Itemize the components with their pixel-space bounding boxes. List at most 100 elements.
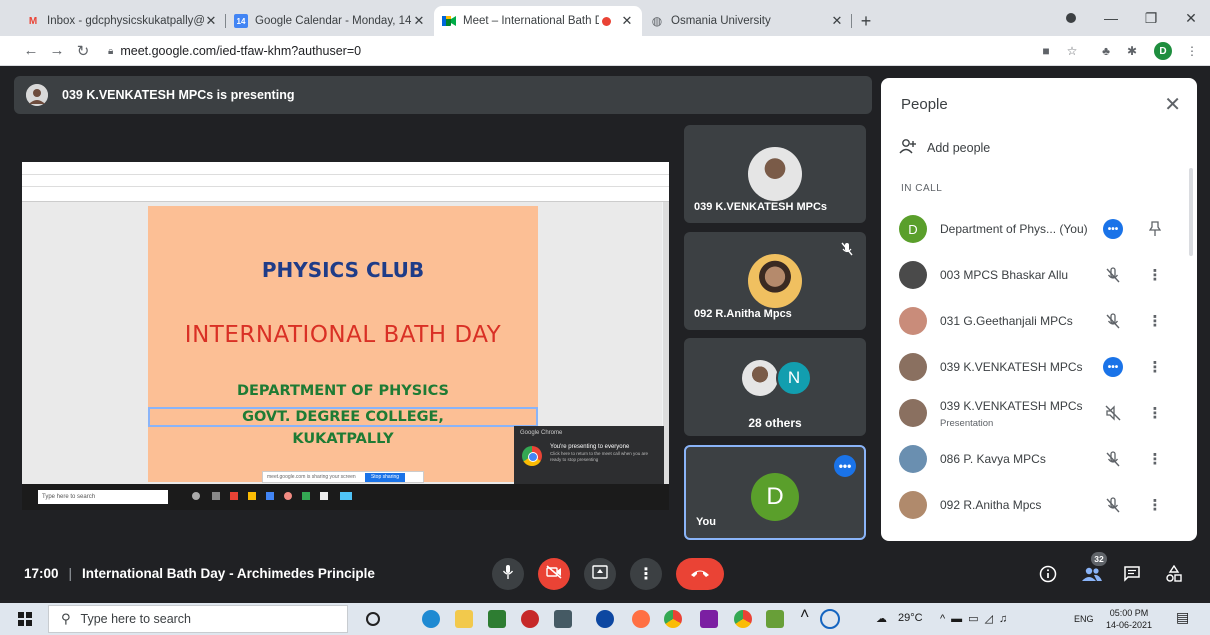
mic-off-icon[interactable] [1103,449,1123,469]
more-vert-icon[interactable]: ⋮ [1148,495,1163,515]
participant-tile-anitha[interactable]: 092 R.Anitha Mpcs [684,232,866,330]
chrome-icon[interactable] [734,610,752,628]
app-icon [248,492,256,500]
meeting-info: 17:00 | International Bath Day - Archime… [24,566,375,581]
speaking-indicator-icon: ••• [1103,357,1123,377]
app-icon[interactable] [554,610,572,628]
camera-permission-icon[interactable]: ■ [1036,41,1056,61]
more-vert-icon[interactable]: ⋮ [1148,311,1163,331]
participant-tile-venkatesh[interactable]: 039 K.VENKATESH MPCs [684,125,866,223]
close-icon[interactable]: ✕ [620,13,634,29]
browser-menu-icon[interactable]: ⋮ [1182,41,1202,61]
window-close-icon[interactable]: ✕ [1176,8,1206,28]
file-explorer-icon[interactable] [455,610,473,628]
onenote-icon[interactable] [700,610,718,628]
notification-message: You're presenting to everyone [550,444,630,450]
new-tab-button[interactable]: + [852,6,880,36]
cortana-icon[interactable] [366,612,380,626]
participant-row[interactable]: 086 P. Kavya MPCs ⋮ [881,436,1197,482]
language-indicator[interactable]: ENG [1074,614,1094,624]
tab-search-icon[interactable] [1056,8,1086,28]
hp-icon[interactable] [596,610,614,628]
app-icon[interactable] [521,610,539,628]
shared-screen[interactable]: PHYSICS CLUB INTERNATIONAL BATH DAY DEPA… [22,162,669,510]
back-icon[interactable]: ← [18,42,44,59]
taskbar-clock[interactable]: 05:00 PM 14-06-2021 [1106,607,1152,631]
more-vert-icon[interactable]: ⋮ [1148,449,1163,469]
mic-off-icon[interactable] [1103,311,1123,331]
tab-gmail[interactable]: M Inbox - gdcphysicskukatpally@g ✕ [18,6,226,36]
taskbar-search-input[interactable]: ⚲ Type here to search [48,605,348,633]
calendar-icon: 14 [234,14,248,28]
participant-tile-you[interactable]: ••• D You [684,445,866,540]
chat-icon[interactable] [1120,562,1144,586]
info-icon[interactable] [1036,562,1060,586]
more-options-icon[interactable]: ••• [834,455,856,477]
presentation-audio-off-icon[interactable] [1103,403,1123,423]
tab-calendar[interactable]: 14 Google Calendar - Monday, 14 J ✕ [226,6,434,36]
participant-tile-others[interactable]: N 28 others [684,338,866,436]
people-icon[interactable] [1080,562,1104,586]
app-icon[interactable] [488,610,506,628]
mic-button[interactable] [492,558,524,590]
participant-name: 031 G.Geethanjali MPCs [940,314,1073,328]
app-icon[interactable] [766,610,784,628]
activities-icon[interactable] [1162,562,1186,586]
tab-meet[interactable]: Meet – International Bath Da ✕ [434,6,642,36]
present-button[interactable] [584,558,616,590]
tray-icons[interactable]: ^▬▭◿♫ [940,612,1013,625]
chrome-icon[interactable] [664,610,682,628]
tab-separator [851,14,852,28]
puzzle-icon[interactable]: ✱ [1122,41,1142,61]
windows-start-icon[interactable] [18,612,32,626]
url-field[interactable]: 🔒︎ meet.google.com/ied-tfaw-khm?authuser… [108,40,1008,62]
participant-row[interactable]: 039 K.VENKATESH MPCs Presentation ⋮ [881,390,1197,436]
extension-icon[interactable]: ♣ [1096,41,1116,61]
chrome-notification: Google Chrome You're presenting to every… [514,426,664,484]
tab-title: Inbox - gdcphysicskukatpally@g [47,15,204,27]
meet-icon [442,14,456,28]
participant-avatar [899,445,927,473]
tile-name: You [696,516,716,528]
notifications-icon[interactable]: ▤ [1176,609,1189,626]
participant-row[interactable]: 039 K.VENKATESH MPCs ••• ⋮ [881,344,1197,390]
search-icon: ⚲ [61,611,71,626]
bookmark-star-icon[interactable]: ☆ [1062,41,1082,61]
shared-sharing-bar: meet.google.com is sharing your screen S… [262,471,424,483]
pin-icon[interactable] [1149,219,1161,239]
tab-title: Meet – International Bath Da [463,15,599,27]
more-vert-icon[interactable]: ⋮ [1148,403,1163,423]
leave-call-button[interactable] [676,558,724,590]
participant-row[interactable]: 031 G.Geethanjali MPCs ⋮ [881,298,1197,344]
show-hidden-icons[interactable]: ˄ [800,606,809,624]
reload-icon[interactable]: ↻ [70,42,96,60]
minimize-icon[interactable]: — [1096,8,1126,28]
browser-tab-strip: M Inbox - gdcphysicskukatpally@g ✕ 14 Go… [0,0,1210,36]
close-icon[interactable]: ✕ [830,13,844,29]
mic-off-icon[interactable] [1103,265,1123,285]
edge-icon[interactable] [422,610,440,628]
participant-row[interactable]: 092 R.Anitha Mpcs ⋮ [881,482,1197,528]
close-icon[interactable]: ✕ [204,13,218,29]
presenter-avatar [26,84,48,106]
participant-avatar [899,261,927,289]
close-icon[interactable]: ✕ [412,13,426,29]
participant-row[interactable]: D Department of Phys... (You) ••• [881,206,1197,252]
close-icon[interactable]: ✕ [1164,92,1181,117]
camera-button[interactable] [538,558,570,590]
more-options-button[interactable]: ⋮ [630,558,662,590]
restore-icon[interactable]: ❐ [1136,8,1166,28]
forward-icon[interactable]: → [44,42,70,59]
more-vert-icon[interactable]: ⋮ [1148,265,1163,285]
divider [22,174,669,175]
mic-off-icon [840,242,854,256]
firefox-icon[interactable] [632,610,650,628]
mic-off-icon[interactable] [1103,495,1123,515]
participant-photo [748,254,802,308]
tab-osmania[interactable]: ◍ Osmania University ✕ [642,6,852,36]
add-people-button[interactable]: Add people [899,138,990,157]
help-icon[interactable] [820,609,840,629]
participant-row[interactable]: 003 MPCS Bhaskar Allu ⋮ [881,252,1197,298]
profile-avatar[interactable]: D [1154,42,1172,60]
more-vert-icon[interactable]: ⋮ [1148,357,1163,377]
